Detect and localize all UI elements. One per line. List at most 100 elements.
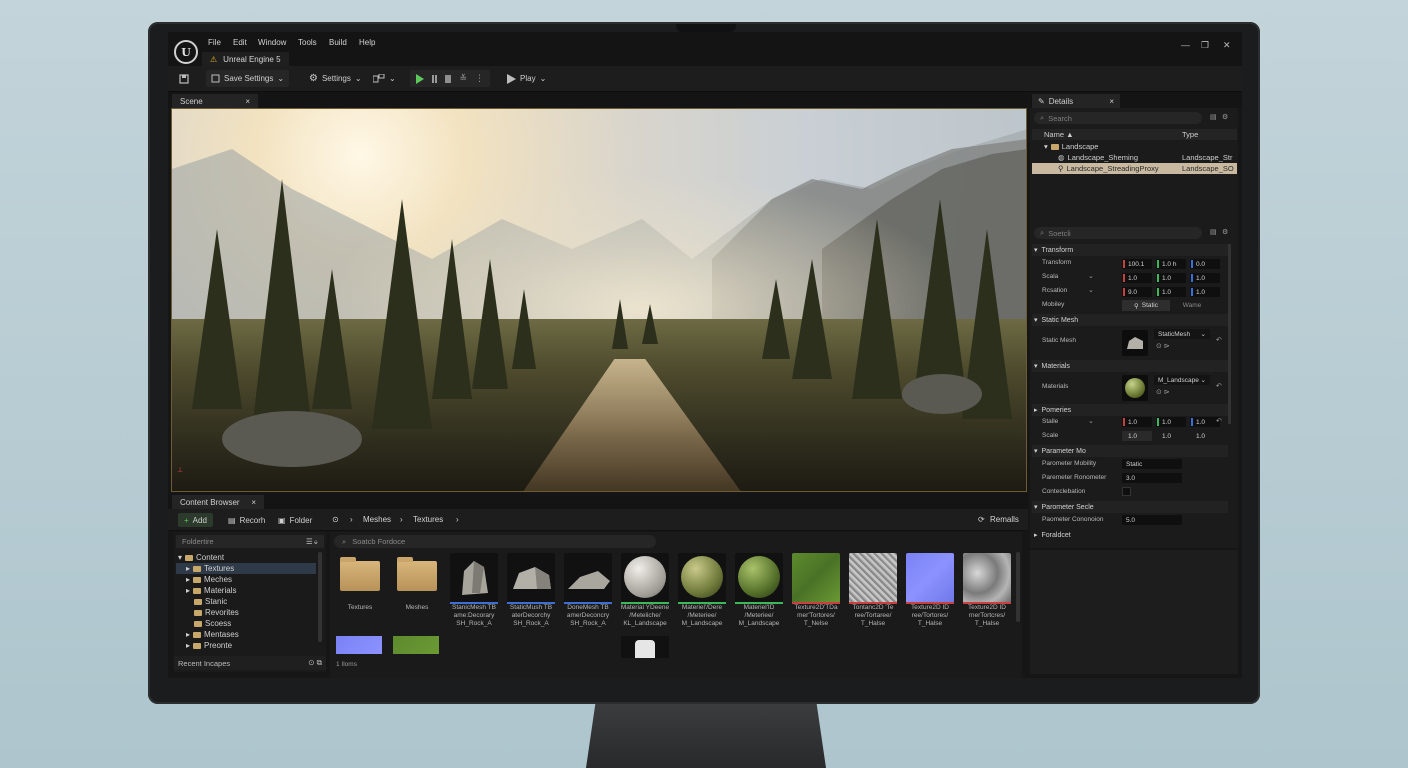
location-x[interactable]: 100.1	[1122, 259, 1152, 269]
asset-material-gray-tile[interactable]	[621, 553, 669, 603]
tree-item-materials[interactable]: ▸ Materials	[176, 585, 316, 596]
section-parameter-mo[interactable]: ▾ Parameter Mo	[1032, 445, 1228, 457]
project-tab[interactable]: ⚠ Unreal Engine 5	[202, 52, 289, 66]
scale-x[interactable]: 1.0	[1122, 273, 1152, 283]
recent-label[interactable]: Recent Incapes	[178, 659, 230, 668]
rotation-z[interactable]: 1.0	[1190, 287, 1220, 297]
column-type-header[interactable]: Type	[1182, 130, 1198, 139]
mobility-static-toggle[interactable]: ⚲ Static	[1122, 300, 1170, 311]
close-icon[interactable]: ×	[1109, 97, 1114, 106]
param-ronometer-field[interactable]: 3.0	[1122, 473, 1182, 483]
section-parameters[interactable]: ▸ Pomeries	[1032, 404, 1228, 416]
asset-texture-grass-2-tile[interactable]	[393, 636, 439, 654]
outliner-row[interactable]: ▾ Landscape	[1032, 141, 1237, 152]
history-icon[interactable]: ⊙	[332, 516, 339, 524]
unreal-logo-icon[interactable]: U	[174, 40, 198, 64]
tree-item-textures[interactable]: ▸ Textures	[176, 563, 316, 574]
location-z[interactable]: 0.0	[1190, 259, 1220, 269]
param-scale2-z[interactable]: 1.0	[1190, 431, 1220, 441]
menu-window[interactable]: Window	[258, 39, 286, 47]
details-search-input[interactable]: ⌕ Search	[1034, 112, 1202, 124]
param-scale-x[interactable]: 1.0	[1122, 417, 1152, 427]
tree-item-content[interactable]: ▾ Content	[176, 552, 316, 563]
chevron-down-icon[interactable]: ⌄	[1088, 287, 1094, 294]
refresh-icon[interactable]: ⟳	[978, 516, 985, 524]
simulate-play-icon[interactable]	[416, 73, 424, 84]
minimize-button[interactable]: —	[1181, 41, 1190, 50]
asset-texture-normal-2-tile[interactable]	[336, 636, 382, 654]
material-thumbnail[interactable]	[1122, 375, 1148, 401]
filter-icon[interactable]: ☰⌄	[306, 537, 319, 546]
section-transform[interactable]: ▾ Transform	[1032, 244, 1228, 256]
close-icon[interactable]: ×	[245, 97, 250, 106]
section-footer[interactable]: ▸ Foraldcet	[1032, 529, 1228, 541]
recent-icons[interactable]: ⊙ ⧉	[308, 658, 322, 668]
asset-mesh-white-tile[interactable]	[621, 636, 669, 658]
menu-build[interactable]: Build	[329, 39, 347, 47]
outliner-row-selected[interactable]: ⚲ Landscape_StreadingProxy Landscape_SO	[1032, 163, 1237, 174]
settings-button[interactable]: ⚙ Settings ⌄	[304, 70, 367, 87]
reset-icon[interactable]: ↶	[1216, 418, 1222, 425]
content-browser-tab[interactable]: Content Browser ×	[172, 495, 264, 509]
add-button[interactable]: + Add	[178, 513, 213, 527]
section-materials[interactable]: ▾ Materials	[1032, 360, 1228, 372]
properties-search-input[interactable]: ⌕ Soetcli	[1034, 227, 1202, 239]
folder-search-input[interactable]: Foldertire ⌕	[176, 535, 324, 548]
asset-scrollbar[interactable]	[1016, 552, 1020, 622]
menu-tools[interactable]: Tools	[298, 39, 317, 47]
folder-button[interactable]: ▣ Folder	[272, 513, 318, 527]
section-parameter-scale[interactable]: ▾ Parometer Secle	[1032, 501, 1228, 513]
outliner-row[interactable]: ◍ Landscape_Sheming Landscape_Str	[1032, 152, 1237, 163]
static-mesh-thumbnail[interactable]	[1122, 330, 1148, 356]
asset-material-green-tile[interactable]	[735, 553, 783, 603]
tree-item-stanic[interactable]: Stanic	[176, 596, 316, 607]
record-button[interactable]: ▤ Recorh	[222, 513, 271, 527]
play-button[interactable]: Play ⌄	[502, 70, 551, 87]
tree-item-mentases[interactable]: ▸ Mentases	[176, 629, 316, 640]
breadcrumb-meshes[interactable]: Meshes	[363, 516, 391, 524]
mode-dropdown-button[interactable]: ⌄	[368, 70, 401, 87]
rotation-y[interactable]: 1.0	[1156, 287, 1186, 297]
asset-texture-cloud-tile[interactable]	[963, 553, 1011, 603]
menu-file[interactable]: File	[208, 39, 221, 47]
param-scale-y[interactable]: 1.0	[1156, 417, 1186, 427]
asset-folder-textures-icon[interactable]	[340, 557, 380, 591]
close-window-button[interactable]: ✕	[1223, 41, 1231, 50]
close-icon[interactable]: ×	[251, 498, 256, 507]
maximize-button[interactable]: ❐	[1201, 41, 1209, 50]
gear-icon[interactable]: ⚙	[1222, 229, 1228, 236]
menu-help[interactable]: Help	[359, 39, 375, 47]
tree-item-revorites[interactable]: Revorites	[176, 607, 316, 618]
list-view-icon[interactable]: ▤	[1210, 114, 1217, 121]
asset-texture-grass-tile[interactable]	[792, 553, 840, 603]
reset-icon[interactable]: ↶	[1216, 337, 1222, 344]
section-static-mesh[interactable]: ▾ Static Mesh	[1032, 314, 1228, 326]
menu-edit[interactable]: Edit	[233, 39, 247, 47]
reset-icon[interactable]: ↶	[1216, 383, 1222, 390]
breadcrumb-textures[interactable]: Textures	[413, 516, 443, 524]
param-scale2-y[interactable]: 1.0	[1156, 431, 1186, 441]
material-dropdown[interactable]: M_Landscape ⌄	[1154, 375, 1210, 385]
scene-tab[interactable]: Scene ×	[172, 94, 258, 108]
asset-search-input[interactable]: ☰⌄ ⌕ Soatcb Fordoce	[306, 535, 656, 548]
param-scale2-x[interactable]: 1.0	[1122, 431, 1152, 441]
browse-icons[interactable]: ⊙ ⊳	[1156, 389, 1170, 396]
tree-item-meches[interactable]: ▸ Meches	[176, 574, 316, 585]
tree-item-scoess[interactable]: Scoess	[176, 618, 316, 629]
save-settings-button[interactable]: Save Settings ⌄	[206, 70, 290, 87]
rotation-x[interactable]: 9.0	[1122, 287, 1152, 297]
asset-texture-noise-tile[interactable]	[849, 553, 897, 603]
scale-z[interactable]: 1.0	[1190, 273, 1220, 283]
details-tab[interactable]: ✎ Details ×	[1032, 94, 1120, 108]
eject-icon[interactable]: ≚	[459, 73, 467, 84]
asset-rock-b-tile[interactable]	[507, 553, 555, 603]
stop-icon[interactable]	[445, 74, 452, 83]
tree-item-preonte[interactable]: ▸ Preonte	[176, 640, 316, 651]
column-name-header[interactable]: Name ▲	[1044, 130, 1074, 139]
scale-y[interactable]: 1.0	[1156, 273, 1186, 283]
gear-icon[interactable]: ⚙	[1222, 114, 1228, 121]
asset-rock-c-tile[interactable]	[564, 553, 612, 603]
save-icon-button[interactable]	[174, 70, 194, 87]
remalls-button[interactable]: Remalls	[990, 516, 1019, 524]
asset-material-moss-tile[interactable]	[678, 553, 726, 603]
